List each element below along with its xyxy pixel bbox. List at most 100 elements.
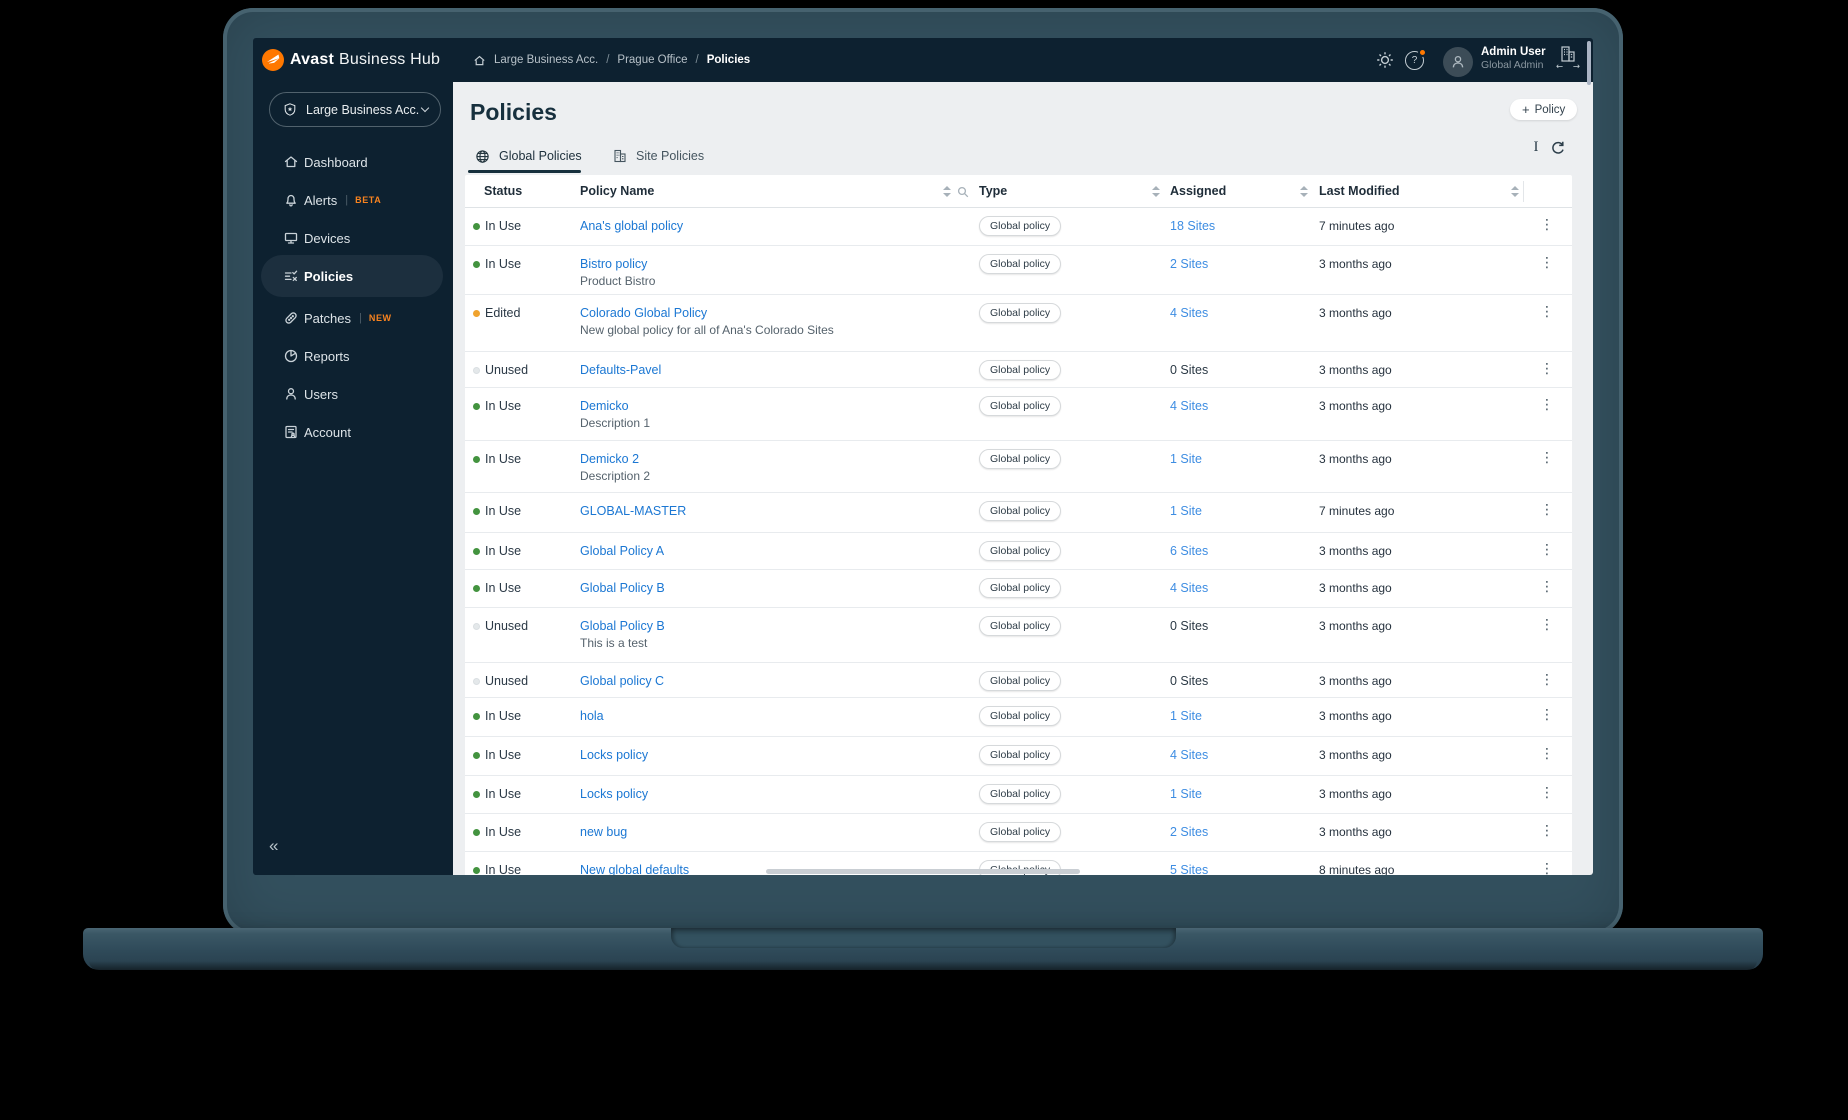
sidebar-item-account[interactable]: Account: [253, 413, 453, 451]
sidebar-item-alerts[interactable]: Alerts | BETA: [253, 181, 453, 219]
vertical-scrollbar[interactable]: [1587, 41, 1591, 85]
sort-icon[interactable]: [1511, 186, 1519, 197]
kebab-menu-icon[interactable]: ⋮: [1539, 707, 1555, 723]
assigned-sites-link[interactable]: 2 Sites: [1170, 825, 1208, 839]
policy-name-link[interactable]: Ana's global policy: [580, 219, 683, 233]
user-role: Global Admin: [1481, 59, 1544, 72]
monitor-icon: [283, 230, 299, 246]
policy-name-link[interactable]: New global defaults: [580, 863, 689, 875]
avatar[interactable]: [1443, 47, 1473, 77]
sidebar-item-users[interactable]: Users: [253, 375, 453, 413]
sidebar-item-label: Devices: [304, 230, 351, 246]
policy-name-link[interactable]: Locks policy: [580, 787, 648, 801]
breadcrumb-site[interactable]: Prague Office: [617, 54, 687, 66]
assigned-sites-link[interactable]: 4 Sites: [1170, 399, 1208, 413]
policy-name-link[interactable]: Global Policy A: [580, 544, 664, 558]
policy-name-link[interactable]: new bug: [580, 825, 627, 839]
breadcrumb-separator: /: [606, 54, 610, 66]
kebab-menu-icon[interactable]: ⋮: [1539, 861, 1555, 875]
assigned-sites-link[interactable]: 5 Sites: [1170, 863, 1208, 875]
assigned-sites-link[interactable]: 6 Sites: [1170, 544, 1208, 558]
assigned-sites-link[interactable]: 18 Sites: [1170, 219, 1215, 233]
kebab-menu-icon[interactable]: ⋮: [1539, 579, 1555, 595]
header-divider: [1523, 181, 1524, 202]
policy-name-link[interactable]: hola: [580, 709, 604, 723]
last-modified-text: 3 months ago: [1319, 581, 1392, 595]
sidebar-item-patches[interactable]: Patches | NEW: [253, 299, 453, 337]
kebab-menu-icon[interactable]: ⋮: [1539, 304, 1555, 320]
kebab-menu-icon[interactable]: ⋮: [1539, 672, 1555, 688]
column-status[interactable]: Status: [484, 184, 522, 198]
policy-name-link[interactable]: Defaults-Pavel: [580, 363, 661, 377]
sidebar-collapse-button[interactable]: «: [269, 836, 278, 856]
policy-name-link[interactable]: Global policy C: [580, 674, 664, 688]
policy-name-link[interactable]: Demicko 2: [580, 452, 639, 466]
table-row: In Use new bug Global policy 2 Sites 3 m…: [465, 814, 1572, 852]
status-text: In Use: [485, 825, 522, 839]
column-type[interactable]: Type: [979, 184, 1007, 198]
account-selector-label: Large Business Acc.: [306, 102, 420, 117]
sidebar-item-policies[interactable]: Policies: [261, 255, 443, 297]
column-assigned[interactable]: Assigned: [1170, 184, 1226, 198]
user-info[interactable]: Admin User Global Admin: [1481, 45, 1546, 73]
policy-name-link[interactable]: Global Policy B: [580, 581, 665, 595]
sidebar-item-dashboard[interactable]: Dashboard: [253, 143, 453, 181]
breadcrumb-account[interactable]: Large Business Acc.: [494, 54, 598, 66]
assigned-sites-link: 0 Sites: [1170, 674, 1209, 688]
status-dot: [473, 310, 480, 317]
assigned-sites-link[interactable]: 1 Site: [1170, 709, 1202, 723]
assigned-sites-link[interactable]: 2 Sites: [1170, 257, 1208, 271]
account-selector[interactable]: Large Business Acc.: [269, 92, 441, 127]
sort-icon[interactable]: [943, 186, 951, 197]
home-icon[interactable]: [473, 54, 486, 67]
kebab-menu-icon[interactable]: ⋮: [1539, 450, 1555, 466]
assigned-sites-link[interactable]: 1 Site: [1170, 504, 1202, 518]
org-switch-building-icon[interactable]: ← →: [1553, 46, 1583, 71]
policy-name-link[interactable]: GLOBAL-MASTER: [580, 504, 686, 518]
policy-name-link[interactable]: Demicko: [580, 399, 629, 413]
assigned-sites-link[interactable]: 4 Sites: [1170, 581, 1208, 595]
policy-name-link[interactable]: Global Policy B: [580, 619, 665, 633]
horizontal-scrollbar[interactable]: [766, 869, 1080, 874]
tab-global-policies[interactable]: Global Policies: [475, 145, 582, 167]
kebab-menu-icon[interactable]: ⋮: [1539, 255, 1555, 271]
kebab-menu-icon[interactable]: ⋮: [1539, 397, 1555, 413]
column-policy-name[interactable]: Policy Name: [580, 184, 654, 198]
policy-type-badge: Global policy: [979, 541, 1062, 561]
assigned-sites-link[interactable]: 1 Site: [1170, 787, 1202, 801]
building-icon: [613, 149, 627, 163]
policy-description: This is a test: [580, 636, 648, 650]
refresh-icon[interactable]: [1550, 140, 1566, 156]
gear-icon[interactable]: [1375, 50, 1395, 70]
sort-icon[interactable]: [1152, 186, 1160, 197]
add-policy-button[interactable]: + Policy: [1510, 99, 1578, 120]
status-dot: [473, 713, 480, 720]
policy-name-link[interactable]: Locks policy: [580, 748, 648, 762]
policy-name-link[interactable]: Colorado Global Policy: [580, 306, 707, 320]
column-last-modified[interactable]: Last Modified: [1319, 184, 1400, 198]
sidebar-item-devices[interactable]: Devices: [253, 219, 453, 257]
tab-site-policies[interactable]: Site Policies: [613, 145, 704, 167]
text-cursor-tool-icon[interactable]: I: [1529, 139, 1543, 156]
policy-name-link[interactable]: Bistro policy: [580, 257, 647, 271]
kebab-menu-icon[interactable]: ⋮: [1539, 823, 1555, 839]
kebab-menu-icon[interactable]: ⋮: [1539, 217, 1555, 233]
last-modified-text: 3 months ago: [1319, 306, 1392, 320]
policies-icon: [283, 268, 299, 284]
status-text: In Use: [485, 748, 522, 762]
assigned-sites-link[interactable]: 4 Sites: [1170, 748, 1208, 762]
assigned-sites-link[interactable]: 1 Site: [1170, 452, 1202, 466]
kebab-menu-icon[interactable]: ⋮: [1539, 785, 1555, 801]
kebab-menu-icon[interactable]: ⋮: [1539, 542, 1555, 558]
search-icon[interactable]: [957, 186, 969, 198]
help-icon[interactable]: ?: [1405, 48, 1427, 70]
kebab-menu-icon[interactable]: ⋮: [1539, 746, 1555, 762]
assigned-sites-link[interactable]: 4 Sites: [1170, 306, 1208, 320]
kebab-menu-icon[interactable]: ⋮: [1539, 502, 1555, 518]
kebab-menu-icon[interactable]: ⋮: [1539, 361, 1555, 377]
last-modified-text: 3 months ago: [1319, 748, 1392, 762]
policy-type-badge: Global policy: [979, 706, 1062, 726]
kebab-menu-icon[interactable]: ⋮: [1539, 617, 1555, 633]
sidebar-item-reports[interactable]: Reports: [253, 337, 453, 375]
sort-icon[interactable]: [1300, 186, 1308, 197]
